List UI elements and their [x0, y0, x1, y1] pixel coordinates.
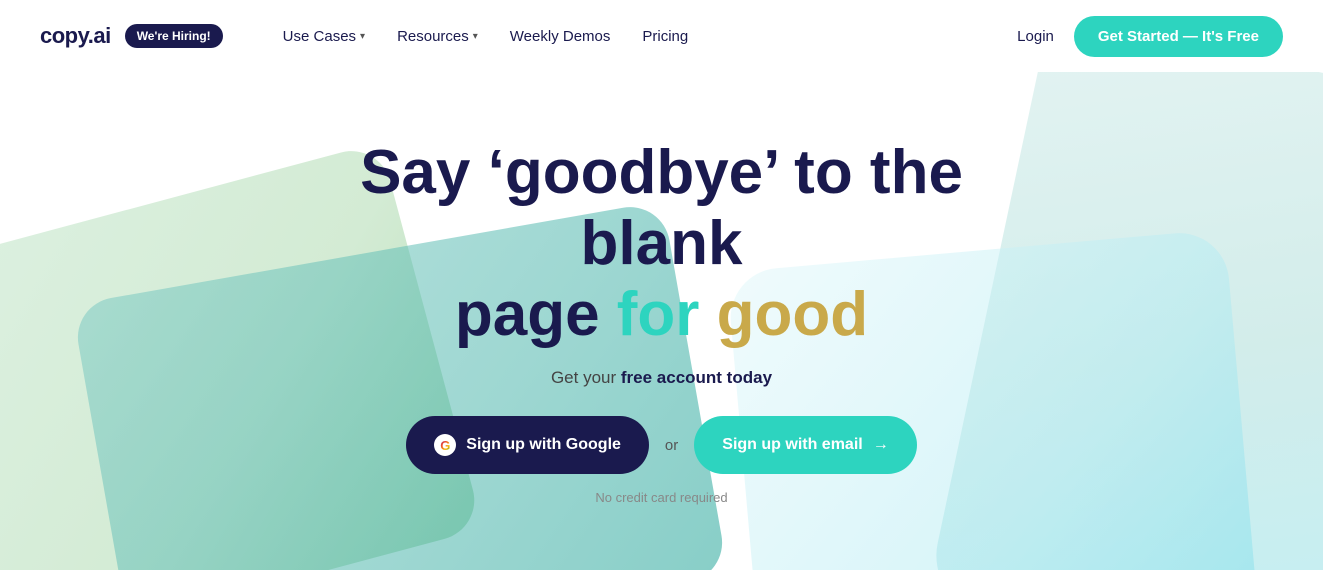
signup-google-button[interactable]: G Sign up with Google	[406, 416, 649, 474]
arrow-right-icon: →	[873, 436, 889, 454]
get-started-button[interactable]: Get Started — It's Free	[1074, 16, 1283, 57]
nav-pricing[interactable]: Pricing	[642, 28, 688, 45]
hero-subtitle: Get your free account today	[551, 368, 772, 388]
hero-content: Say ‘goodbye’ to the blank page for good…	[272, 137, 1052, 506]
nav-weekly-demos[interactable]: Weekly Demos	[510, 28, 611, 45]
hiring-badge[interactable]: We're Hiring!	[125, 24, 223, 48]
navbar: copy.ai We're Hiring! Use Cases ▾ Resour…	[0, 0, 1323, 72]
hero-title: Say ‘goodbye’ to the blank page for good	[272, 137, 1052, 351]
google-icon: G	[434, 434, 456, 456]
no-credit-label: No credit card required	[595, 490, 727, 505]
nav-right: Login Get Started — It's Free	[1017, 16, 1283, 57]
login-button[interactable]: Login	[1017, 28, 1054, 45]
logo[interactable]: copy.ai	[40, 23, 111, 49]
hero-section: Say ‘goodbye’ to the blank page for good…	[0, 72, 1323, 570]
nav-links: Use Cases ▾ Resources ▾ Weekly Demos Pri…	[283, 28, 1018, 45]
nav-use-cases[interactable]: Use Cases ▾	[283, 28, 365, 45]
chevron-down-icon: ▾	[360, 31, 365, 42]
for-text: for	[617, 280, 717, 349]
nav-resources[interactable]: Resources ▾	[397, 28, 478, 45]
or-separator: or	[665, 437, 678, 454]
cta-row: G Sign up with Google or Sign up with em…	[406, 416, 916, 474]
signup-email-button[interactable]: Sign up with email →	[694, 416, 916, 474]
good-text: good	[717, 280, 869, 349]
chevron-down-icon: ▾	[473, 31, 478, 42]
